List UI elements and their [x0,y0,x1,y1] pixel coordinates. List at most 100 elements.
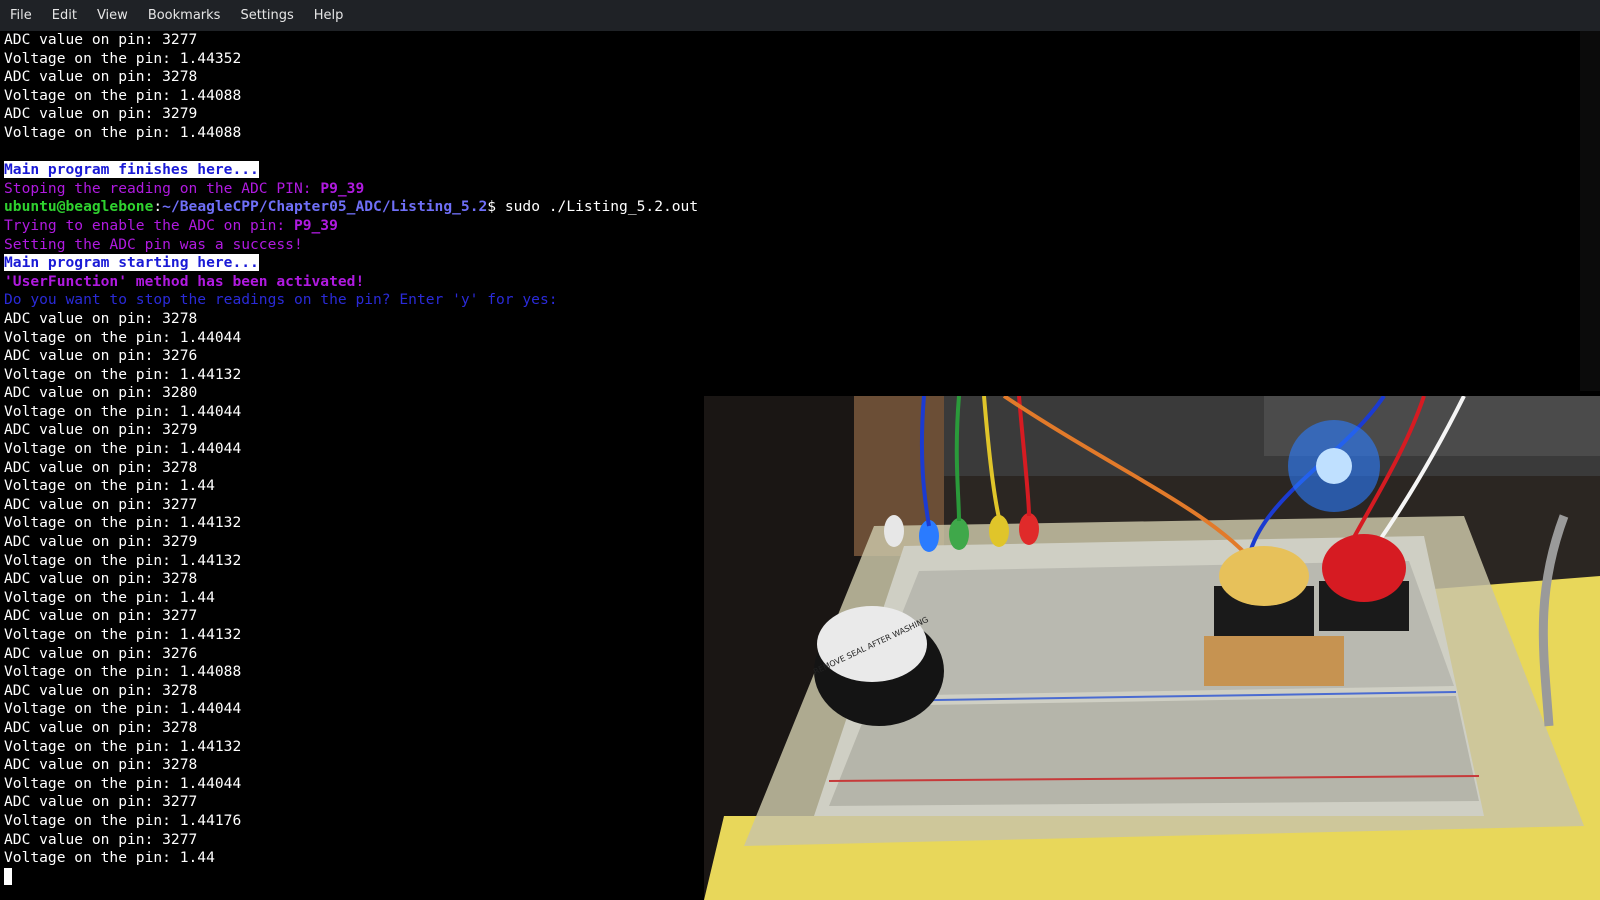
terminal-line: 'UserFunction' method has been activated… [4,273,698,292]
terminal-text: 'UserFunction' method has been activated… [4,272,365,290]
terminal-text: Voltage on the pin: 1.44132 [4,514,242,532]
terminal-text: ADC value on pin: 3278 [4,68,198,86]
terminal-text: Voltage on the pin: 1.44044 [4,700,242,718]
camera-feed: REMOVE SEAL AFTER WASHING [704,396,1600,900]
terminal-line: ADC value on pin: 3279 [4,105,698,124]
terminal-text: ADC value on pin: 3279 [4,421,198,439]
terminal-line: ADC value on pin: 3280 [4,384,698,403]
terminal-line: Voltage on the pin: 1.44088 [4,87,698,106]
terminal-text: Voltage on the pin: 1.44132 [4,737,242,755]
terminal-line: Voltage on the pin: 1.44 [4,589,698,608]
terminal-text: : [153,198,163,216]
terminal-text: ADC value on pin: 3277 [4,793,198,811]
terminal-line: ADC value on pin: 3277 [4,831,698,850]
terminal-text: ADC value on pin: 3279 [4,533,198,551]
terminal-line: Stoping the reading on the ADC PIN: P9_3… [4,180,698,199]
menu-help[interactable]: Help [304,0,354,31]
terminal-line: ADC value on pin: 3276 [4,347,698,366]
terminal-line: Voltage on the pin: 1.44044 [4,329,698,348]
terminal-text: ADC value on pin: 3280 [4,384,198,402]
terminal-text: Voltage on the pin: 1.44044 [4,328,242,346]
terminal-text: ADC value on pin: 3278 [4,458,198,476]
terminal-text: Voltage on the pin: 1.44044 [4,440,242,458]
terminal-line: Voltage on the pin: 1.44132 [4,738,698,757]
terminal-text: Stoping the reading on the ADC PIN: [4,179,321,197]
terminal-line: Voltage on the pin: 1.44132 [4,366,698,385]
menu-view[interactable]: View [87,0,138,31]
terminal-text: Voltage on the pin: 1.44088 [4,663,242,681]
terminal-line: ADC value on pin: 3276 [4,645,698,664]
terminal-line: Main program finishes here... [4,161,698,180]
terminal-text: ADC value on pin: 3279 [4,105,198,123]
terminal-cursor-line [4,867,698,887]
terminal-text: ADC value on pin: 3278 [4,309,198,327]
terminal-text: Voltage on the pin: 1.44176 [4,811,242,829]
terminal-line: Main program starting here... [4,254,698,273]
terminal-cursor [4,867,12,885]
menu-bar: File Edit View Bookmarks Settings Help [0,0,1600,31]
terminal-line: Voltage on the pin: 1.44132 [4,514,698,533]
terminal-line: Voltage on the pin: 1.44088 [4,124,698,143]
component-resistor-block [1204,636,1344,686]
red-pushbutton [1322,534,1406,602]
terminal-text: Voltage on the pin: 1.44088 [4,123,242,141]
terminal-line: Voltage on the pin: 1.44132 [4,552,698,571]
terminal-line: ADC value on pin: 3279 [4,421,698,440]
terminal-line: Voltage on the pin: 1.44 [4,477,698,496]
terminal-text: ubuntu@beaglebone [4,198,154,216]
terminal-text: ADC value on pin: 3277 [4,607,198,625]
terminal-line: Voltage on the pin: 1.44 [4,849,698,868]
terminal-text: Voltage on the pin: 1.44132 [4,551,242,569]
terminal-text: P9_39 [320,179,365,197]
terminal-line: Voltage on the pin: 1.44044 [4,440,698,459]
terminal-text: Voltage on the pin: 1.44132 [4,365,242,383]
terminal-text: ADC value on pin: 3278 [4,681,198,699]
terminal-line: ADC value on pin: 3278 [4,682,698,701]
terminal-line: ADC value on pin: 3278 [4,570,698,589]
terminal-text: ADC value on pin: 3276 [4,347,198,365]
terminal-line: ADC value on pin: 3279 [4,533,698,552]
terminal-line: ADC value on pin: 3278 [4,68,698,87]
terminal-text: Main program starting here... [4,254,259,272]
menu-edit[interactable]: Edit [42,0,87,31]
terminal-text: Voltage on the pin: 1.44044 [4,402,242,420]
terminal-text: P9_39 [293,216,338,234]
terminal-text: Voltage on the pin: 1.44 [4,588,215,606]
terminal-line: Voltage on the pin: 1.44176 [4,812,698,831]
menu-settings[interactable]: Settings [230,0,303,31]
terminal-line: Voltage on the pin: 1.44044 [4,775,698,794]
terminal-text: Voltage on the pin: 1.44 [4,849,215,867]
terminal-line: Voltage on the pin: 1.44132 [4,626,698,645]
terminal-text: Voltage on the pin: 1.44044 [4,774,242,792]
menu-file[interactable]: File [0,0,42,31]
terminal-line: ADC value on pin: 3277 [4,496,698,515]
terminal-line: Trying to enable the ADC on pin: P9_39 [4,217,698,236]
terminal-line: Voltage on the pin: 1.44352 [4,50,698,69]
terminal-lines: ADC value on pin: 3277 Voltage on the pin… [4,31,698,886]
terminal-scrollbar[interactable] [1580,31,1600,391]
terminal-text: $ sudo ./Listing_5.2.out [487,198,699,216]
terminal-text: Voltage on the pin: 1.44352 [4,49,242,67]
terminal-text: Voltage on the pin: 1.44 [4,477,215,495]
yellow-pushbutton [1219,546,1309,606]
terminal-line: ADC value on pin: 3278 [4,719,698,738]
terminal-line: ADC value on pin: 3278 [4,310,698,329]
terminal-line: Voltage on the pin: 1.44044 [4,700,698,719]
terminal-line: ubuntu@beaglebone:~/BeagleCPP/Chapter05_… [4,198,698,217]
terminal-line: ADC value on pin: 3277 [4,31,698,50]
terminal-text: Setting the ADC pin was a success! [4,235,303,253]
terminal-text: ADC value on pin: 3277 [4,830,198,848]
terminal-line: Voltage on the pin: 1.44088 [4,663,698,682]
terminal-text: ~/BeagleCPP/Chapter05_ADC/Listing_5.2 [162,198,488,216]
menu-bookmarks[interactable]: Bookmarks [138,0,231,31]
terminal-text: Voltage on the pin: 1.44132 [4,626,242,643]
terminal-text: Main program finishes here... [4,161,259,179]
terminal-line: Do you want to stop the readings on the … [4,291,698,310]
blue-led-core [1316,448,1352,484]
terminal-text: ADC value on pin: 3276 [4,644,198,662]
terminal-text: ADC value on pin: 3277 [4,495,198,513]
terminal-line: ADC value on pin: 3278 [4,459,698,478]
terminal-text: ADC value on pin: 3278 [4,718,198,736]
terminal-text: ADC value on pin: 3278 [4,756,198,774]
